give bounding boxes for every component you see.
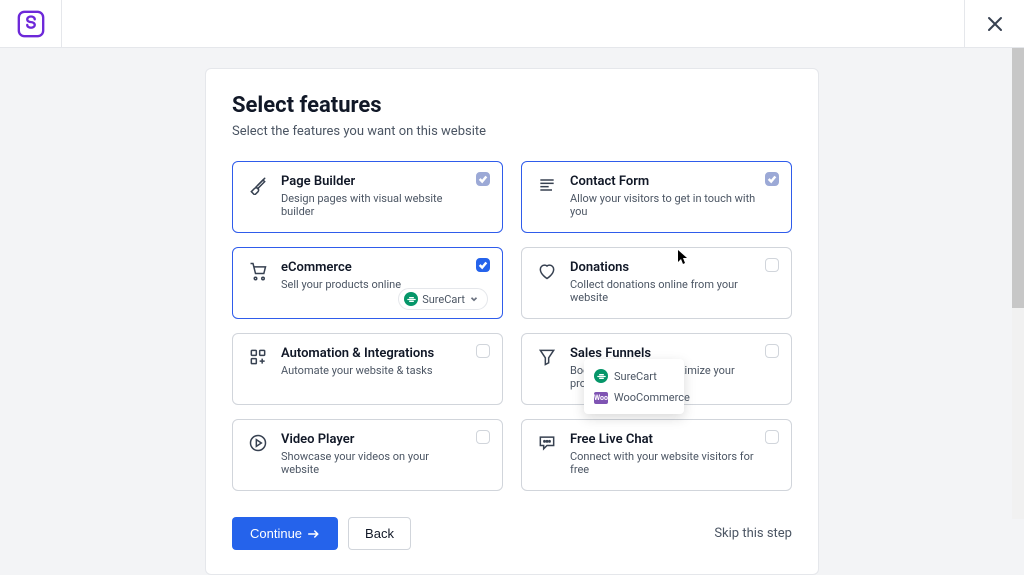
- feature-label: Video Player: [281, 432, 468, 447]
- feature-desc: Showcase your videos on your website: [281, 450, 468, 476]
- feature-checkbox[interactable]: [476, 258, 490, 272]
- surecart-icon: [594, 369, 608, 383]
- provider-option-label: SureCart: [614, 370, 657, 383]
- continue-label: Continue: [250, 526, 302, 541]
- brush-icon: [247, 174, 269, 196]
- back-button[interactable]: Back: [348, 517, 411, 550]
- feature-desc: Design pages with visual website builder: [281, 192, 468, 218]
- feature-automation[interactable]: Automation & Integrations Automate your …: [232, 333, 503, 405]
- feature-label: Automation & Integrations: [281, 346, 468, 361]
- app-logo-icon: [16, 9, 46, 39]
- feature-ecommerce[interactable]: eCommerce Sell your products online Sure…: [232, 247, 503, 319]
- provider-dropdown: SureCart Woo WooCommerce: [584, 359, 684, 414]
- feature-live-chat[interactable]: Free Live Chat Connect with your website…: [521, 419, 792, 491]
- skip-link[interactable]: Skip this step: [714, 526, 792, 541]
- feature-checkbox[interactable]: [476, 344, 490, 358]
- arrow-right-icon: [308, 529, 320, 539]
- feature-desc: Automate your website & tasks: [281, 364, 468, 377]
- funnel-icon: [536, 346, 558, 368]
- form-icon: [536, 174, 558, 196]
- logo[interactable]: [0, 0, 62, 48]
- feature-grid: Page Builder Design pages with visual we…: [232, 161, 792, 491]
- play-icon: [247, 432, 269, 454]
- feature-video-player[interactable]: Video Player Showcase your videos on you…: [232, 419, 503, 491]
- feature-donations[interactable]: Donations Collect donations online from …: [521, 247, 792, 319]
- feature-label: Contact Form: [570, 174, 757, 189]
- cart-icon: [247, 260, 269, 282]
- feature-label: Page Builder: [281, 174, 468, 189]
- feature-checkbox: [765, 172, 779, 186]
- feature-desc: Collect donations online from your websi…: [570, 278, 757, 304]
- feature-checkbox[interactable]: [476, 430, 490, 444]
- close-icon: [987, 16, 1003, 32]
- heart-icon: [536, 260, 558, 282]
- wizard-footer: Continue Back Skip this step: [232, 517, 792, 550]
- feature-page-builder[interactable]: Page Builder Design pages with visual we…: [232, 161, 503, 233]
- feature-contact-form[interactable]: Contact Form Allow your visitors to get …: [521, 161, 792, 233]
- feature-checkbox: [476, 172, 490, 186]
- provider-option-surecart[interactable]: SureCart: [584, 365, 684, 387]
- feature-desc: Connect with your website visitors for f…: [570, 450, 757, 476]
- provider-selected-label: SureCart: [422, 293, 465, 306]
- integrations-icon: [247, 346, 269, 368]
- feature-checkbox[interactable]: [765, 430, 779, 444]
- surecart-icon: [404, 292, 418, 306]
- feature-desc: Allow your visitors to get in touch with…: [570, 192, 757, 218]
- feature-panel: Select features Select the features you …: [205, 68, 819, 575]
- page-subtitle: Select the features you want on this web…: [232, 124, 792, 139]
- scrollbar[interactable]: [1012, 48, 1024, 519]
- close-button[interactable]: [964, 0, 1024, 48]
- scrollbar-thumb[interactable]: [1012, 48, 1024, 308]
- mouse-cursor-icon: [678, 250, 690, 266]
- topbar: [0, 0, 1024, 48]
- chevron-down-icon: [469, 294, 479, 304]
- woocommerce-icon: Woo: [594, 392, 608, 404]
- feature-label: Free Live Chat: [570, 432, 757, 447]
- feature-checkbox[interactable]: [765, 344, 779, 358]
- provider-option-label: WooCommerce: [614, 391, 690, 404]
- continue-button[interactable]: Continue: [232, 517, 338, 550]
- page-title: Select features: [232, 93, 792, 118]
- feature-label: Donations: [570, 260, 757, 275]
- chat-icon: [536, 432, 558, 454]
- feature-checkbox[interactable]: [765, 258, 779, 272]
- feature-label: eCommerce: [281, 260, 468, 275]
- provider-selector[interactable]: SureCart: [398, 288, 488, 310]
- provider-option-woocommerce[interactable]: Woo WooCommerce: [584, 387, 684, 408]
